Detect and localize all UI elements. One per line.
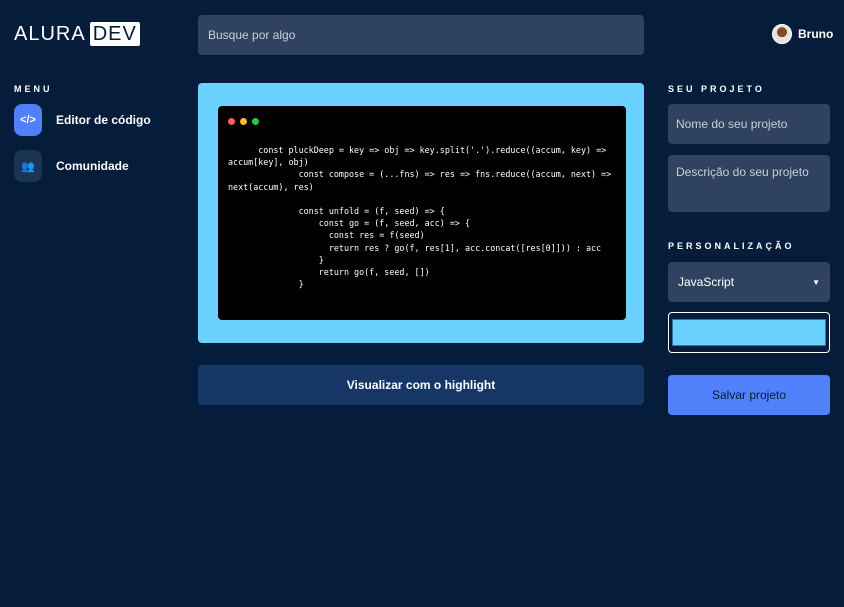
menu-title: MENU: [14, 84, 53, 94]
sidebar-item-code-editor[interactable]: </> Editor de código: [14, 104, 151, 136]
sidebar-item-label: Comunidade: [56, 159, 129, 173]
search-input[interactable]: [198, 15, 644, 55]
code-content[interactable]: const pluckDeep = key => obj => key.spli…: [228, 144, 618, 290]
editor-frame: const pluckDeep = key => obj => key.spli…: [198, 83, 644, 343]
window-controls: [228, 118, 259, 125]
user-name: Bruno: [798, 27, 834, 41]
sidebar-item-community[interactable]: 👥 Comunidade: [14, 150, 129, 182]
color-picker[interactable]: [668, 312, 830, 353]
logo-dev-text: DEV: [89, 22, 140, 46]
code-editor[interactable]: const pluckDeep = key => obj => key.spli…: [218, 106, 626, 320]
language-select[interactable]: JavaScript ▼: [668, 262, 830, 302]
customization-title: PERSONALIZAÇÃO: [668, 241, 795, 251]
save-project-button[interactable]: Salvar projeto: [668, 375, 830, 415]
yellow-dot-icon: [240, 118, 247, 125]
language-select-value: JavaScript: [678, 275, 735, 289]
users-icon: 👥: [14, 150, 42, 182]
user-profile[interactable]: Bruno: [772, 24, 833, 44]
avatar: [772, 24, 792, 44]
project-section-title: SEU PROJETO: [668, 84, 765, 94]
logo-alura-text: ALURA: [14, 22, 86, 45]
code-icon: </>: [14, 104, 42, 136]
green-dot-icon: [252, 118, 259, 125]
red-dot-icon: [228, 118, 235, 125]
project-name-input[interactable]: [668, 104, 830, 144]
logo[interactable]: ALURA DEV: [14, 22, 140, 46]
chevron-down-icon: ▼: [812, 277, 820, 287]
sidebar-item-label: Editor de código: [56, 113, 151, 127]
color-swatch: [672, 319, 826, 346]
project-description-input[interactable]: [668, 155, 830, 212]
highlight-button[interactable]: Visualizar com o highlight: [198, 365, 644, 405]
